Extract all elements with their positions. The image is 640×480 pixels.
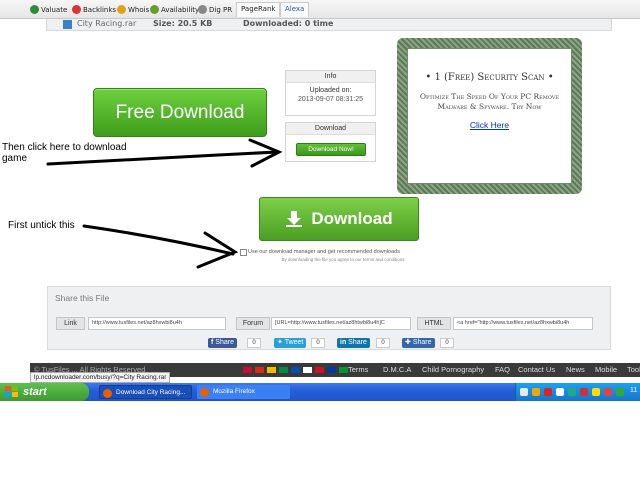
taskbar: start Download City Racing... Mozilla Fi… <box>0 383 640 401</box>
download-manager-checkbox[interactable] <box>240 249 247 256</box>
link-label: Link <box>56 317 85 330</box>
tweet-button[interactable]: ✦ Tweet <box>274 338 307 348</box>
tray-app5-icon[interactable] <box>616 388 624 396</box>
windows-logo-icon <box>5 386 18 397</box>
footer-link-terms[interactable]: Terms <box>348 365 368 374</box>
footer-link-mobile[interactable]: Mobile <box>595 365 617 374</box>
tweet-count: 0 <box>311 338 325 348</box>
footer-link-faq[interactable]: FAQ <box>495 365 510 374</box>
facebook-count: 0 <box>247 338 261 348</box>
flag-russia-icon[interactable] <box>315 367 324 373</box>
terms-note: By downloading the file you agree to our… <box>281 257 405 262</box>
download-arrow-icon <box>286 211 303 227</box>
flag-poland-icon[interactable] <box>303 367 312 373</box>
flag-uk-icon[interactable] <box>243 367 252 373</box>
twitter-icon: ✦ <box>277 339 285 346</box>
flag-serbia-icon[interactable] <box>327 367 336 373</box>
footer-link-news[interactable]: News <box>566 365 585 374</box>
taskbar-item-download[interactable]: Download City Racing... <box>99 385 192 399</box>
linkedin-icon: in <box>340 339 349 346</box>
share-title: Share this File <box>55 293 110 303</box>
flag-italy-icon[interactable] <box>279 367 288 373</box>
main-download-label: Download <box>311 209 393 228</box>
facebook-share-button[interactable]: f Share <box>208 338 237 348</box>
html-label: HTML <box>417 317 451 330</box>
flag-spain-icon[interactable] <box>267 367 276 373</box>
share-panel: Share this File Link http://www.tusfiles… <box>47 286 611 350</box>
footer-link-cp[interactable]: Child Pornography <box>422 365 484 374</box>
linkedin-share-button[interactable]: in Share <box>337 338 370 348</box>
other-share-button[interactable]: ✚ Share <box>402 338 435 348</box>
forum-label: Forum <box>236 317 270 330</box>
html-field[interactable]: <a href="http://www.tusfiles.net/az8hxwb… <box>453 317 593 330</box>
footer-link-tool[interactable]: Tool <box>627 365 640 374</box>
tray-app3-icon[interactable] <box>592 388 600 396</box>
main-download-button[interactable]: Download <box>259 197 419 241</box>
tray-network-icon[interactable] <box>556 388 564 396</box>
forum-field[interactable]: [URL=http://www.tusfiles.net/az8htwbi8u4… <box>271 317 411 330</box>
tray-clock[interactable]: 11 <box>630 387 637 394</box>
firefox-icon <box>200 388 209 397</box>
link-field[interactable]: http://www.tusfiles.net/az8hxwbi8u4h <box>88 317 226 330</box>
tray-app4-icon[interactable] <box>604 388 612 396</box>
footer-link-dmca[interactable]: D.M.C.A <box>383 365 411 374</box>
start-button[interactable]: start <box>0 383 89 401</box>
firefox-icon <box>103 389 112 398</box>
tray-alert-icon[interactable] <box>544 388 552 396</box>
flag-brazil-icon[interactable] <box>339 367 348 373</box>
flag-france-icon[interactable] <box>291 367 300 373</box>
flag-austria-icon[interactable] <box>255 367 264 373</box>
status-bar-url: lp.ncdownloader.com/busy/?q=City Racing.… <box>30 372 171 383</box>
download-manager-label: Use our download manager and get recomme… <box>248 249 400 255</box>
linkedin-count: 0 <box>376 338 390 348</box>
tray-app2-icon[interactable] <box>580 388 588 396</box>
other-share-count: 0 <box>440 338 454 348</box>
arrow-to-download-now <box>46 138 283 168</box>
arrow-to-checkbox <box>82 224 239 269</box>
tray-arrow-icon[interactable] <box>520 388 528 396</box>
start-label: start <box>23 386 47 398</box>
tray-shield-icon[interactable] <box>532 388 540 396</box>
footer-link-contact[interactable]: Contact Us <box>518 365 555 374</box>
taskbar-item-firefox[interactable]: Mozilla Firefox <box>197 385 290 399</box>
tray-app-icon[interactable] <box>568 388 576 396</box>
share-icon: ✚ <box>405 339 413 346</box>
system-tray: 11 <box>515 383 640 401</box>
